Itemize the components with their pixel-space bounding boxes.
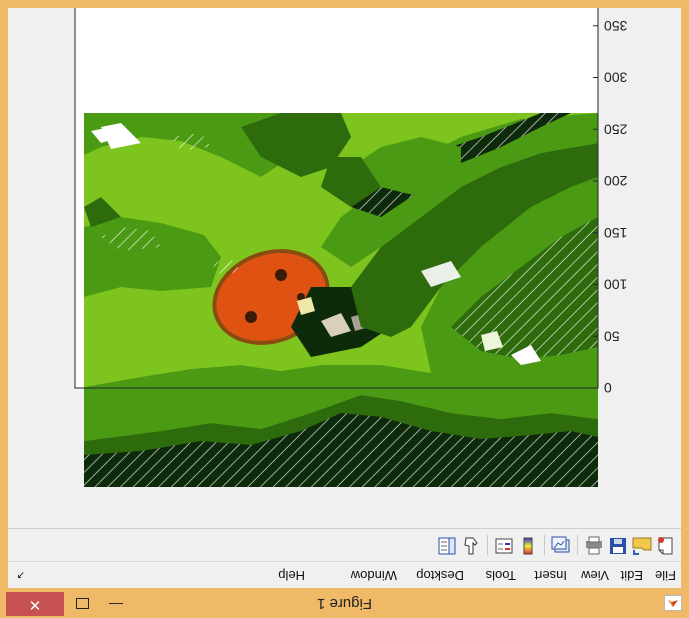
toolbar-separator: [544, 535, 545, 555]
menu-file[interactable]: File: [655, 568, 676, 583]
open-file-icon[interactable]: [631, 535, 653, 557]
legend-icon[interactable]: [493, 535, 515, 557]
y-tick-label: 0: [604, 380, 612, 396]
minimize-button[interactable]: —: [103, 592, 129, 616]
title-bar: Figure 1 — ✕: [0, 588, 689, 618]
dock-figure-icon[interactable]: ↗: [17, 569, 25, 580]
y-tick-label: 200: [604, 173, 628, 189]
menu-edit[interactable]: Edit: [621, 568, 643, 583]
y-tick-label: 300: [604, 70, 628, 86]
plot-area: 0100200300400500050100150200250300350400: [74, 8, 628, 487]
maximize-icon: [76, 598, 89, 609]
toolbar-separator: [577, 535, 578, 555]
menu-insert[interactable]: Insert: [534, 568, 567, 583]
toolbar-separator: [487, 535, 488, 555]
y-tick-label: 350: [604, 18, 628, 34]
figure-toolbar: [8, 528, 681, 561]
menu-tools[interactable]: Tools: [486, 568, 516, 583]
y-tick-label: 150: [604, 225, 628, 241]
colorbar-icon[interactable]: [517, 535, 539, 557]
figure-client-area: File Edit View Insert Tools Desktop Wind…: [8, 8, 681, 588]
matlab-figure-window: Figure 1 — ✕ File Edit View Insert Tools…: [0, 0, 689, 618]
maximize-button[interactable]: [70, 592, 96, 616]
menu-help[interactable]: Help: [278, 568, 305, 583]
menu-bar: File Edit View Insert Tools Desktop Wind…: [8, 561, 681, 588]
close-button[interactable]: ✕: [6, 592, 64, 616]
figure-canvas: 0100200300400500050100150200250300350400: [8, 8, 681, 528]
new-figure-icon[interactable]: [655, 535, 677, 557]
data-cursor-icon[interactable]: [460, 535, 482, 557]
save-icon[interactable]: [607, 535, 629, 557]
y-tick-label: 50: [604, 328, 620, 344]
y-tick-label: 250: [604, 121, 628, 137]
link-plot-icon[interactable]: [550, 535, 572, 557]
y-tick-label: 100: [604, 277, 628, 293]
menu-desktop[interactable]: Desktop: [416, 568, 464, 583]
ladybug-image: [84, 113, 598, 487]
print-icon[interactable]: [583, 535, 605, 557]
menu-window[interactable]: Window: [351, 568, 397, 583]
plot-browser-icon[interactable]: [436, 535, 458, 557]
menu-view[interactable]: View: [581, 568, 609, 583]
